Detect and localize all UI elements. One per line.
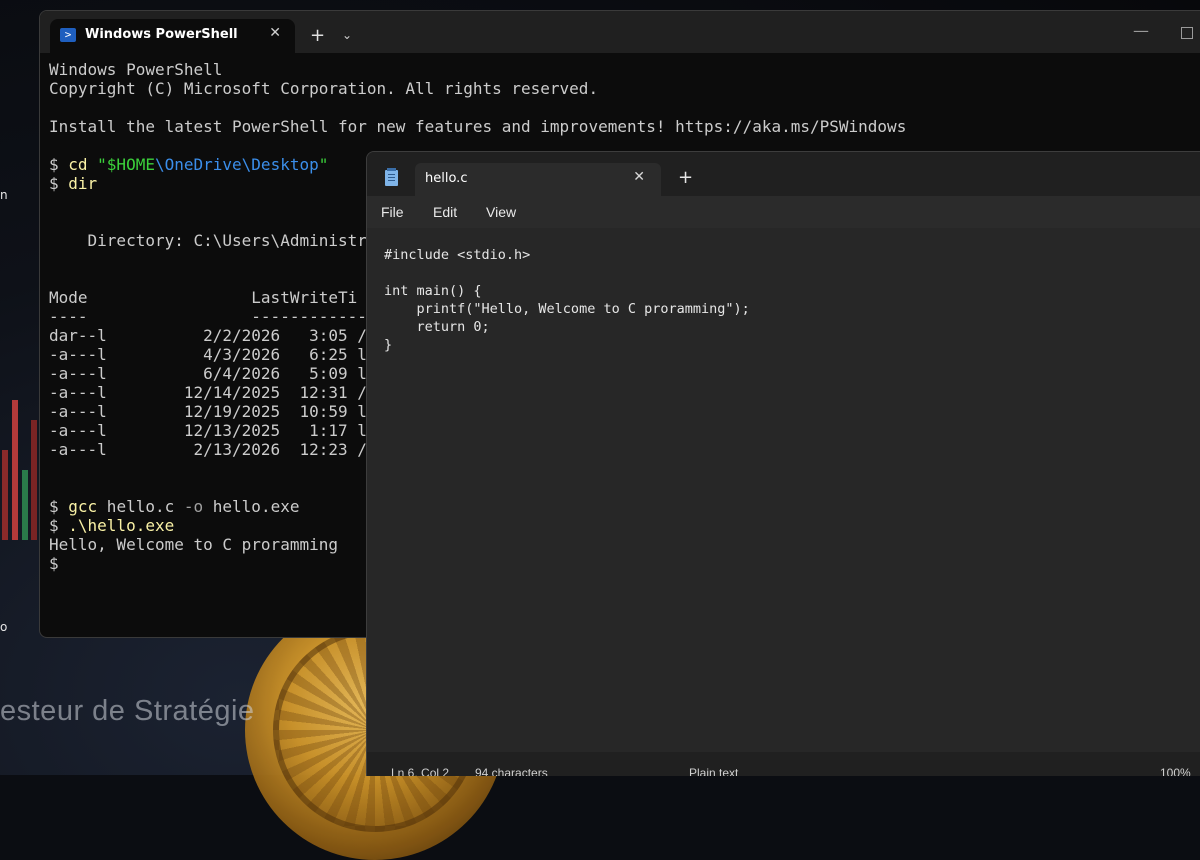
powershell-tab[interactable]: > Windows PowerShell ✕: [50, 19, 295, 53]
powershell-icon: >: [60, 28, 76, 42]
terminal-text: cd: [68, 155, 88, 174]
text-editor[interactable]: #include <stdio.h> int main() { printf("H…: [367, 228, 1200, 752]
close-tab-icon[interactable]: ✕: [633, 169, 645, 185]
terminal-text: ---- ------------: [49, 307, 367, 326]
terminal-text: -a---l 12/14/2025 12:31 /: [49, 383, 367, 402]
menu-file[interactable]: File: [381, 204, 404, 220]
notepad-icon: [385, 168, 398, 186]
terminal-text: -a---l 2/13/2026 12:23 /: [49, 440, 367, 459]
terminal-text: -a---l 12/19/2025 10:59 l: [49, 402, 367, 421]
terminal-line: Install the latest PowerShell for new fe…: [49, 117, 906, 136]
code-line: int main() {: [384, 283, 482, 299]
terminal-text: $: [49, 174, 69, 193]
desktop-edge-text: o: [0, 620, 8, 634]
notepad-tabbar[interactable]: hello.c ✕ +: [367, 152, 1200, 196]
notepad-tab[interactable]: hello.c ✕: [415, 163, 661, 196]
terminal-text: dir: [68, 174, 98, 193]
code-line: printf("Hello, Welcome to C proramming")…: [384, 301, 750, 317]
terminal-text: Mode LastWriteTi: [49, 288, 358, 307]
code-line: #include <stdio.h>: [384, 247, 531, 263]
terminal-text: ": [318, 155, 329, 174]
terminal-text: \OneDrive\Desktop: [154, 155, 319, 174]
terminal-text: $: [49, 554, 59, 573]
chevron-down-icon[interactable]: ⌄: [342, 28, 352, 42]
new-tab-button[interactable]: +: [310, 25, 325, 46]
terminal-text: dar--l 2/2/2026 3:05 /: [49, 326, 367, 345]
notepad-tab-title: hello.c: [425, 171, 468, 186]
terminal-text: -o: [183, 497, 204, 516]
terminal-text: -a---l 12/13/2025 1:17 l: [49, 421, 367, 440]
terminal-text: hello.exe: [203, 497, 300, 516]
background-chart-decoration: [0, 360, 40, 540]
terminal-text: $: [49, 516, 69, 535]
terminal-text: Directory: C:\Users\Administr: [49, 231, 367, 250]
menu-view[interactable]: View: [486, 204, 516, 220]
terminal-text: Hello, Welcome to C proramming: [49, 535, 338, 554]
terminal-text: Copyright (C) Microsoft Corporation. All…: [49, 79, 599, 98]
new-tab-button[interactable]: +: [678, 167, 693, 188]
minimize-button[interactable]: —: [1133, 21, 1149, 40]
terminal-text: $: [49, 155, 69, 174]
menu-edit[interactable]: Edit: [433, 204, 457, 220]
terminal-line: Windows PowerShell: [49, 60, 906, 79]
terminal-text: -a---l 4/3/2026 6:25 l: [49, 345, 367, 364]
terminal-text: -a---l 6/4/2026 5:09 l: [49, 364, 367, 383]
code-line: return 0;: [384, 319, 490, 335]
terminal-text: Install the latest PowerShell for new fe…: [49, 117, 907, 136]
close-tab-icon[interactable]: ✕: [269, 25, 281, 41]
code-line: }: [384, 337, 393, 353]
terminal-text: gcc: [68, 497, 98, 516]
terminal-text: .\hello.exe: [68, 516, 175, 535]
terminal-text: hello.c: [97, 497, 184, 516]
background-text: esteur de Stratégie: [0, 695, 255, 727]
terminal-text: $: [49, 497, 69, 516]
maximize-button[interactable]: [1181, 27, 1193, 39]
powershell-tab-title: Windows PowerShell: [85, 27, 238, 42]
code-content[interactable]: #include <stdio.h> int main() { printf("H…: [384, 246, 750, 354]
notepad-menubar: File Edit View: [367, 196, 1200, 228]
terminal-text: Windows PowerShell: [49, 60, 223, 79]
powershell-titlebar[interactable]: > Windows PowerShell ✕ + ⌄ —: [40, 11, 1200, 53]
desktop-edge-text: n: [0, 188, 8, 202]
terminal-line: Copyright (C) Microsoft Corporation. All…: [49, 79, 906, 98]
notepad-window[interactable]: hello.c ✕ + File Edit View #include <std…: [366, 151, 1200, 776]
status-bar: Ln 6, Col 2 94 characters Plain text 100…: [367, 752, 1200, 776]
terminal-text: "$HOME: [87, 155, 155, 174]
